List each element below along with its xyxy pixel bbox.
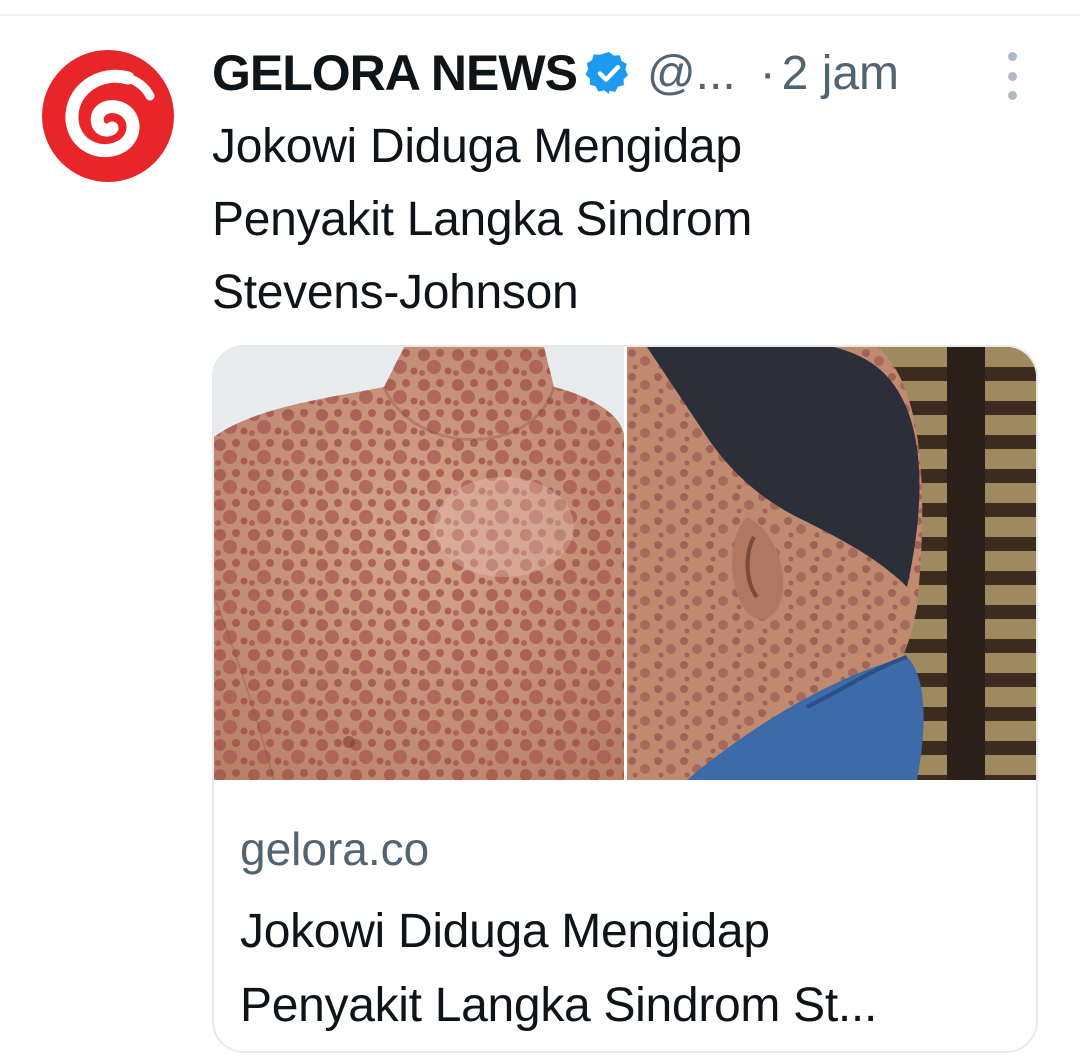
divider: [0, 14, 1080, 16]
author-display-name[interactable]: GELORA NEWS: [212, 44, 578, 102]
card-title-line: Jokowi Diduga Mengidap: [240, 905, 770, 958]
tweet-text-line: Jokowi Diduga Mengidap: [212, 120, 742, 173]
author-handle[interactable]: @...: [647, 46, 736, 101]
avatar[interactable]: [40, 48, 176, 184]
card-media[interactable]: [214, 347, 1036, 780]
verified-badge-icon[interactable]: [585, 49, 633, 97]
rash-chest-photo[interactable]: [214, 347, 624, 780]
tweet-text: Jokowi Diduga Mengidap Penyakit Langka S…: [212, 110, 1032, 329]
separator-dot: ·: [759, 46, 776, 100]
card-title-line: Penyakit Langka Sindrom St...: [240, 979, 877, 1032]
tweet-header: GELORA NEWS @... · 2 jam: [212, 40, 899, 106]
timestamp[interactable]: 2 jam: [782, 46, 899, 101]
card-domain[interactable]: gelora.co: [240, 822, 429, 876]
tweet[interactable]: GELORA NEWS @... · 2 jam Jokowi Diduga M…: [0, 0, 1080, 1057]
tweet-text-line: Penyakit Langka Sindrom: [212, 193, 753, 246]
tweet-text-line: Stevens-Johnson: [212, 266, 579, 319]
man-side-profile-photo[interactable]: [627, 347, 1036, 780]
link-preview-card[interactable]: gelora.co Jokowi Diduga Mengidap Penyaki…: [212, 345, 1038, 1053]
card-title[interactable]: Jokowi Diduga Mengidap Penyakit Langka S…: [240, 895, 1020, 1043]
more-vertical-icon[interactable]: [996, 52, 1028, 100]
gelora-logo-icon: [42, 50, 174, 182]
